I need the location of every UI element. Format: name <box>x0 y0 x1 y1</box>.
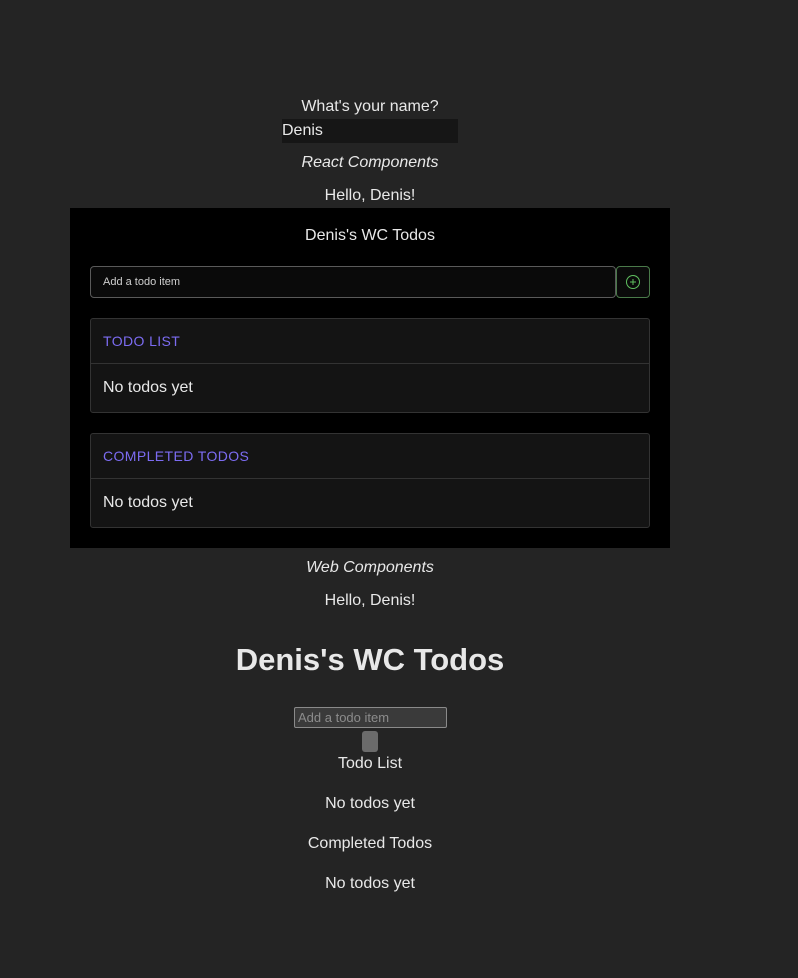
react-todo-input[interactable] <box>90 266 616 298</box>
todo-list-empty-text: No todos yet <box>103 379 193 396</box>
react-todo-title: Denis's WC Todos <box>305 227 435 244</box>
react-greeting: Hello, Denis! <box>324 187 416 204</box>
wc-completed-todos-empty-text: No todos yet <box>325 875 415 892</box>
completed-todos-card: COMPLETED TODOS No todos yet <box>90 433 650 528</box>
wc-todo-input[interactable] <box>294 707 447 728</box>
name-input[interactable] <box>282 119 458 143</box>
react-components-heading: React Components <box>301 154 439 171</box>
wc-todo-list-label: Todo List <box>337 755 403 772</box>
todo-list-header: TODO LIST <box>91 319 649 364</box>
wc-add-button[interactable] <box>362 731 378 752</box>
web-components-heading: Web Components <box>306 559 434 576</box>
name-question-label: What's your name? <box>301 98 439 115</box>
completed-todos-header: COMPLETED TODOS <box>91 434 649 479</box>
todo-list-card: TODO LIST No todos yet <box>90 318 650 413</box>
react-todo-panel: Denis's WC Todos TODO LIST No todos yet … <box>70 208 670 548</box>
completed-todos-empty-text: No todos yet <box>103 494 193 511</box>
wc-greeting: Hello, Denis! <box>324 592 416 609</box>
plus-circle-icon <box>626 275 640 289</box>
wc-todo-title: Denis's WC Todos <box>235 642 505 677</box>
wc-completed-todos-label: Completed Todos <box>307 835 433 852</box>
wc-todo-list-empty-text: No todos yet <box>325 795 415 812</box>
add-todo-button[interactable] <box>616 266 650 298</box>
